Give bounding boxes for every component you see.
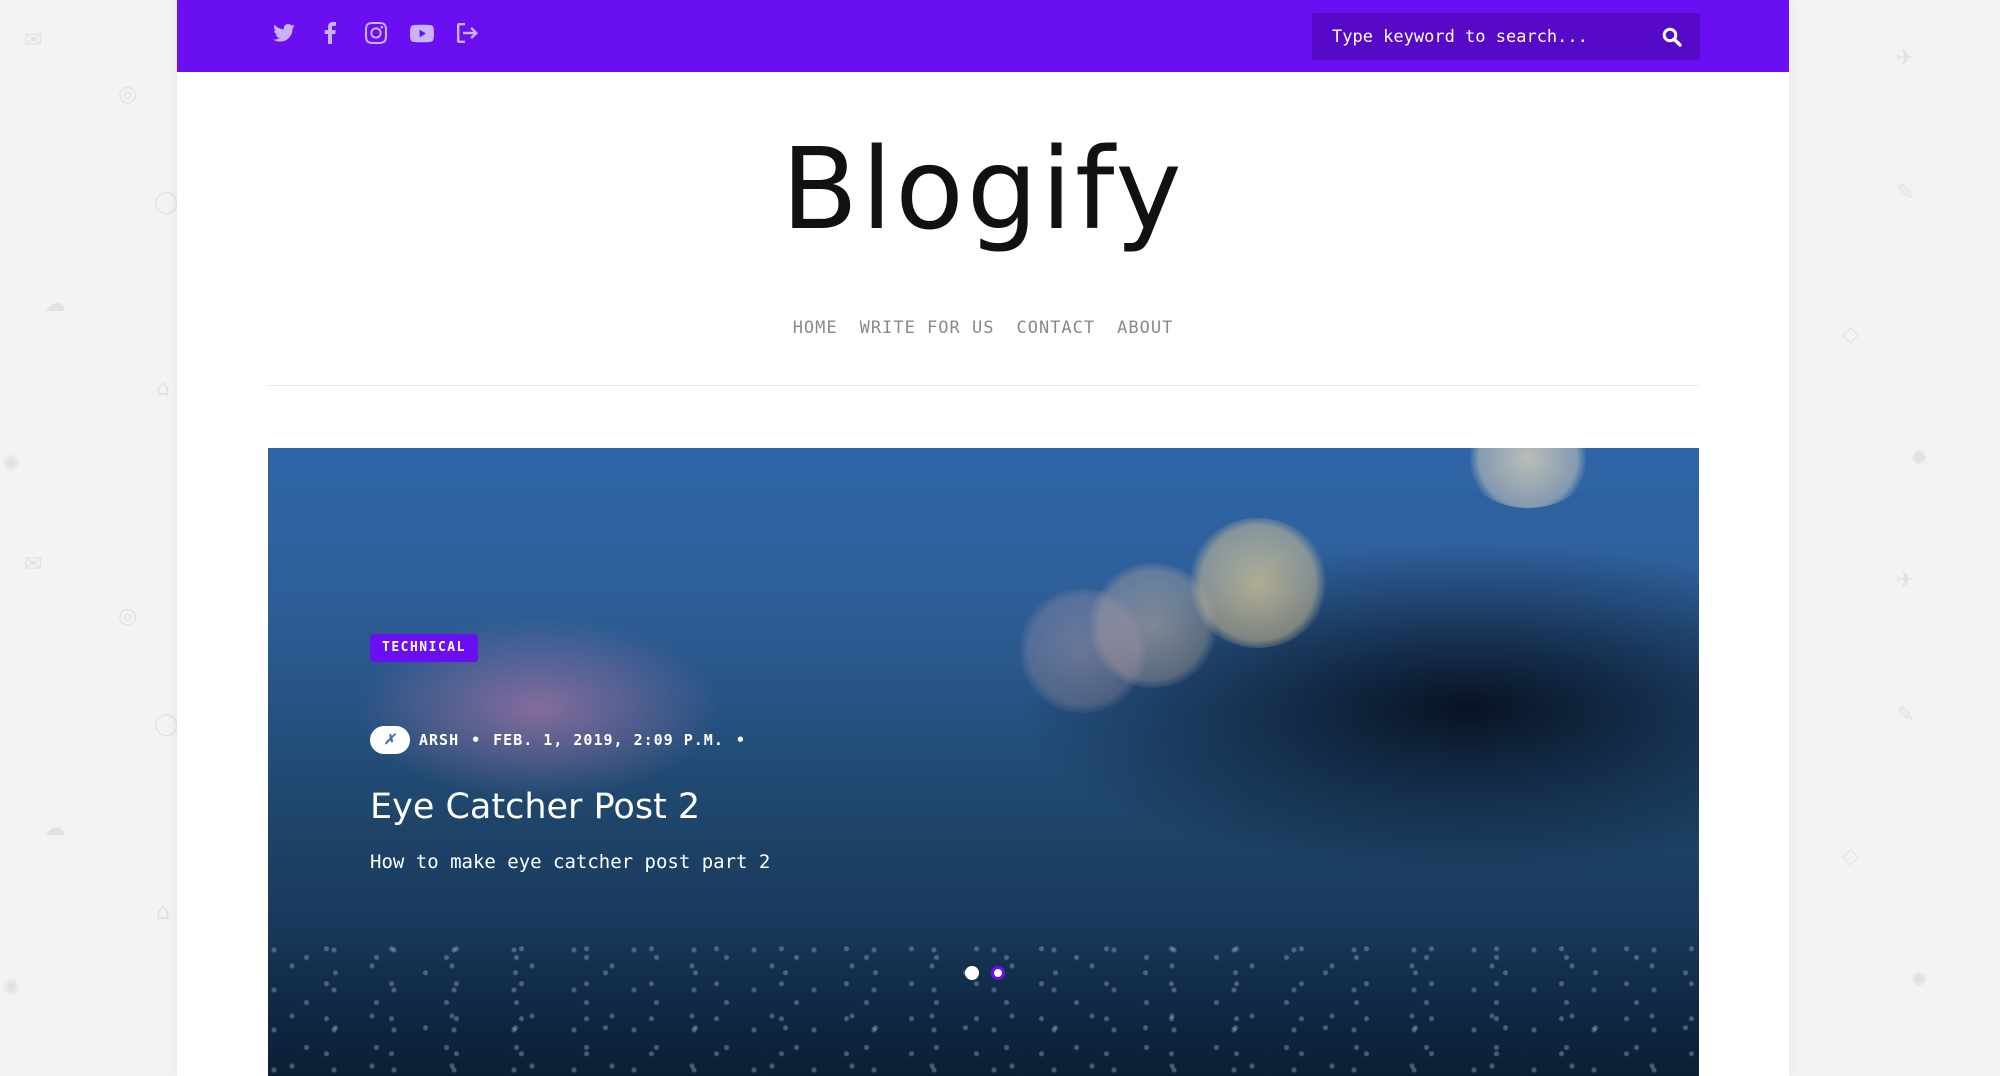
search-input[interactable] (1312, 13, 1642, 60)
hero-image-ground (268, 926, 1699, 1076)
site-logo[interactable]: Blogify (177, 120, 1789, 260)
logout-icon[interactable] (456, 21, 480, 45)
avatar[interactable]: ✗ (370, 726, 410, 754)
main-nav: HOME WRITE FOR US CONTACT ABOUT (177, 318, 1789, 338)
post-author[interactable]: ARSH (419, 731, 459, 749)
instagram-icon[interactable] (364, 21, 388, 45)
search-box (1312, 13, 1700, 60)
post-date: FEB. 1, 2019, 2:09 P.M. (493, 731, 724, 749)
slider-dot-2[interactable] (991, 966, 1005, 980)
twitter-icon[interactable] (272, 21, 296, 45)
category-badge[interactable]: TECHNICAL (370, 634, 478, 662)
nav-item-contact[interactable]: CONTACT (1016, 318, 1095, 338)
post-title[interactable]: Eye Catcher Post 2 (370, 784, 700, 830)
slider-dot-1[interactable] (965, 966, 979, 980)
hero-image-bokeh (1018, 588, 1148, 713)
meta-separator: • (735, 731, 746, 749)
youtube-icon[interactable] (410, 21, 434, 45)
page-container: Blogify HOME WRITE FOR US CONTACT ABOUT … (177, 0, 1789, 1076)
post-excerpt: How to make eye catcher post part 2 (370, 851, 771, 873)
hero-image-bokeh (1463, 448, 1593, 508)
meta-separator: • (471, 731, 482, 749)
facebook-icon[interactable] (318, 21, 342, 45)
top-bar (177, 0, 1789, 72)
nav-item-write-for-us[interactable]: WRITE FOR US (860, 318, 995, 338)
post-meta: ✗ ARSH • FEB. 1, 2019, 2:09 P.M. • (370, 725, 758, 755)
search-icon[interactable] (1662, 25, 1686, 49)
featured-post-slider[interactable]: TECHNICAL ✗ ARSH • FEB. 1, 2019, 2:09 P.… (268, 448, 1699, 1076)
nav-item-home[interactable]: HOME (793, 318, 838, 338)
nav-item-about[interactable]: ABOUT (1117, 318, 1173, 338)
nav-divider (268, 385, 1699, 386)
social-links (272, 18, 480, 48)
slider-dots (965, 966, 1005, 980)
